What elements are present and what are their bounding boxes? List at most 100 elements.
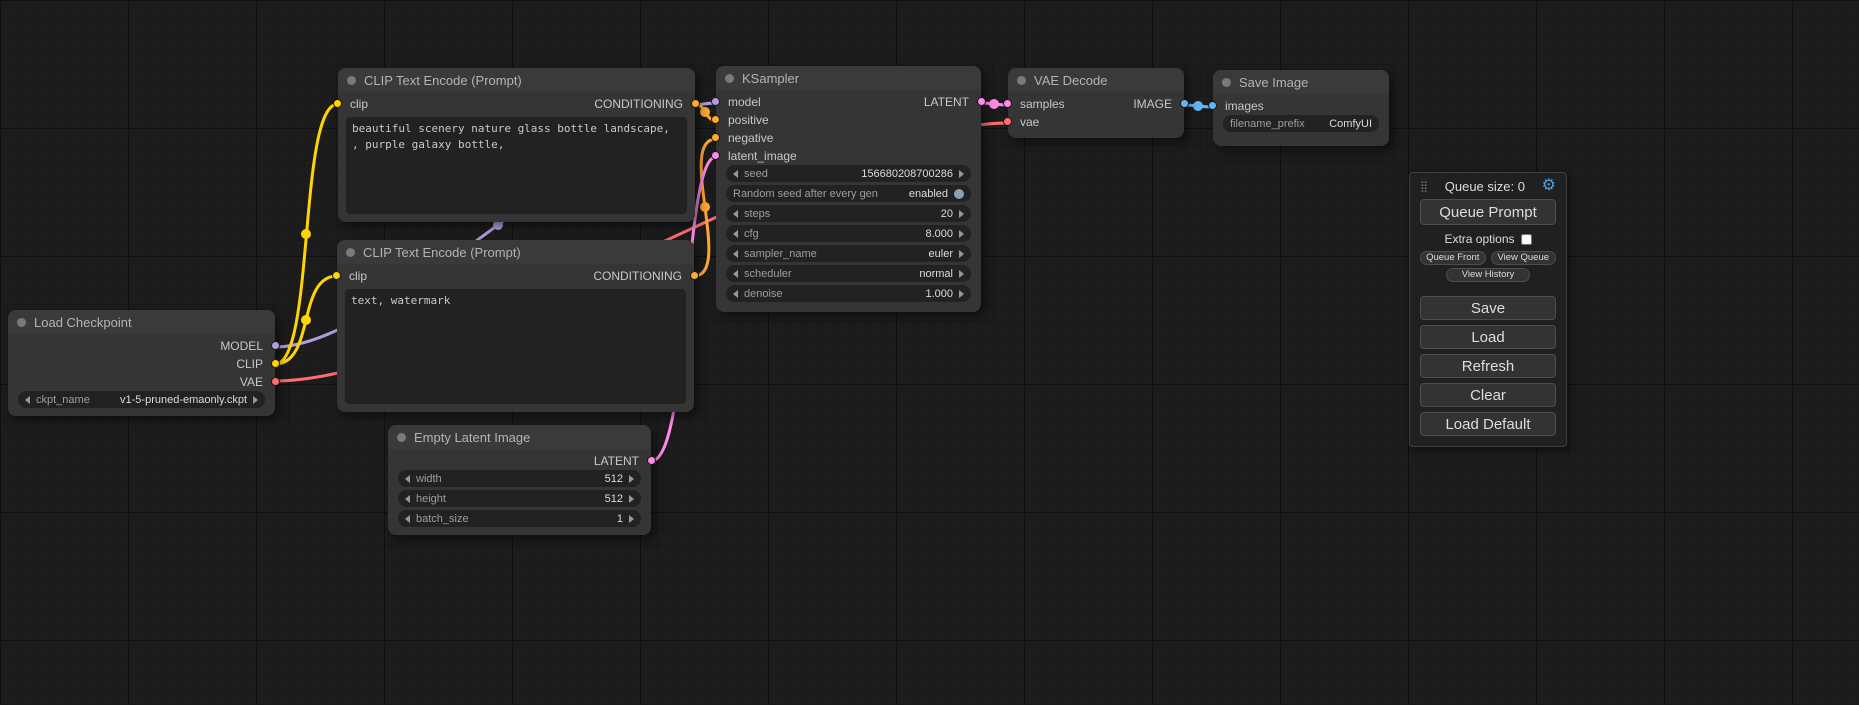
collapse-dot[interactable] xyxy=(397,433,406,442)
increment-arrow-icon[interactable] xyxy=(959,250,964,258)
output-slot-conditioning[interactable] xyxy=(690,271,699,280)
increment-arrow-icon[interactable] xyxy=(629,475,634,483)
input-slot-latent-image[interactable] xyxy=(711,151,720,160)
node-titlebar[interactable]: Load Checkpoint xyxy=(8,310,275,334)
node-save-image[interactable]: Save Image images filename_prefix ComfyU… xyxy=(1213,70,1389,146)
decrement-arrow-icon[interactable] xyxy=(733,170,738,178)
node-titlebar[interactable]: VAE Decode xyxy=(1008,68,1184,92)
decrement-arrow-icon[interactable] xyxy=(733,270,738,278)
increment-arrow-icon[interactable] xyxy=(959,270,964,278)
input-slot-label: clip xyxy=(349,269,367,283)
slot-row: samples IMAGE xyxy=(1008,95,1184,113)
node-titlebar[interactable]: Empty Latent Image xyxy=(388,425,651,449)
output-slot-label: CONDITIONING xyxy=(594,97,683,111)
load-button[interactable]: Load xyxy=(1420,325,1556,349)
queue-prompt-button[interactable]: Queue Prompt xyxy=(1420,199,1556,225)
node-empty-latent-image[interactable]: Empty Latent Image LATENT width 512 heig… xyxy=(388,425,651,535)
widget-height[interactable]: height 512 xyxy=(398,490,641,507)
refresh-button[interactable]: Refresh xyxy=(1420,354,1556,378)
increment-arrow-icon[interactable] xyxy=(959,230,964,238)
output-slot-label: LATENT xyxy=(594,454,639,468)
node-titlebar[interactable]: CLIP Text Encode (Prompt) xyxy=(338,68,695,92)
node-titlebar[interactable]: CLIP Text Encode (Prompt) xyxy=(337,240,694,264)
collapse-dot[interactable] xyxy=(17,318,26,327)
slot-row: positive xyxy=(716,111,981,129)
positive-prompt-textarea[interactable]: beautiful scenery nature glass bottle la… xyxy=(346,117,687,214)
settings-gear-icon[interactable]: ⚙ xyxy=(1542,178,1556,194)
widget-filename-prefix[interactable]: filename_prefix ComfyUI xyxy=(1223,115,1379,132)
widget-seed[interactable]: seed 156680208700286 xyxy=(726,165,971,182)
increment-arrow-icon[interactable] xyxy=(959,290,964,298)
slot-row: MODEL xyxy=(8,337,275,355)
decrement-arrow-icon[interactable] xyxy=(733,230,738,238)
input-slot-vae[interactable] xyxy=(1003,117,1012,126)
view-queue-button[interactable]: View Queue xyxy=(1491,251,1557,265)
node-ksampler[interactable]: KSampler model LATENT positive negative … xyxy=(716,66,981,312)
output-slot-conditioning[interactable] xyxy=(691,99,700,108)
increment-arrow-icon[interactable] xyxy=(629,495,634,503)
output-slot-latent[interactable] xyxy=(647,456,656,465)
node-load-checkpoint[interactable]: Load Checkpoint MODEL CLIP VAE ckpt_name… xyxy=(8,310,275,416)
widget-random-seed-toggle[interactable]: Random seed after every gen enabled xyxy=(726,185,971,202)
widget-ckpt-name[interactable]: ckpt_name v1-5-pruned-emaonly.ckpt xyxy=(18,391,265,408)
increment-arrow-icon[interactable] xyxy=(253,396,258,404)
increment-arrow-icon[interactable] xyxy=(629,515,634,523)
output-slot-clip[interactable] xyxy=(271,359,280,368)
node-titlebar[interactable]: Save Image xyxy=(1213,70,1389,94)
widget-value: ComfyUI xyxy=(1323,118,1372,130)
input-slot-samples[interactable] xyxy=(1003,99,1012,108)
output-slot-model[interactable] xyxy=(271,341,280,350)
output-slot-vae[interactable] xyxy=(271,377,280,386)
decrement-arrow-icon[interactable] xyxy=(733,210,738,218)
decrement-arrow-icon[interactable] xyxy=(405,495,410,503)
collapse-dot[interactable] xyxy=(725,74,734,83)
input-slot-negative[interactable] xyxy=(711,133,720,142)
link-center-dot xyxy=(301,229,311,239)
input-slot-positive[interactable] xyxy=(711,115,720,124)
output-slot-label: CONDITIONING xyxy=(593,269,682,283)
clear-button[interactable]: Clear xyxy=(1420,383,1556,407)
node-title: CLIP Text Encode (Prompt) xyxy=(364,73,522,88)
input-slot-model[interactable] xyxy=(711,97,720,106)
widget-cfg[interactable]: cfg 8.000 xyxy=(726,225,971,242)
collapse-dot[interactable] xyxy=(1222,78,1231,87)
widget-batch-size[interactable]: batch_size 1 xyxy=(398,510,641,527)
input-slot-clip[interactable] xyxy=(332,271,341,280)
view-history-button[interactable]: View History xyxy=(1446,268,1530,282)
collapse-dot[interactable] xyxy=(346,248,355,257)
drag-handle-icon[interactable]: ⣿ xyxy=(1420,180,1428,193)
extra-options-checkbox[interactable] xyxy=(1521,234,1532,245)
widget-steps[interactable]: steps 20 xyxy=(726,205,971,222)
input-slot-images[interactable] xyxy=(1208,101,1217,110)
slot-row: clip CONDITIONING xyxy=(337,267,694,285)
graph-canvas[interactable]: Load Checkpoint MODEL CLIP VAE ckpt_name… xyxy=(0,0,1859,705)
decrement-arrow-icon[interactable] xyxy=(405,475,410,483)
widget-width[interactable]: width 512 xyxy=(398,470,641,487)
load-default-button[interactable]: Load Default xyxy=(1420,412,1556,436)
negative-prompt-textarea[interactable]: text, watermark xyxy=(345,289,686,404)
widget-label: sampler_name xyxy=(744,248,817,260)
input-slot-clip[interactable] xyxy=(333,99,342,108)
output-slot-latent[interactable] xyxy=(977,97,986,106)
node-clip-text-encode-negative[interactable]: CLIP Text Encode (Prompt) clip CONDITION… xyxy=(337,240,694,412)
widget-scheduler[interactable]: scheduler normal xyxy=(726,265,971,282)
increment-arrow-icon[interactable] xyxy=(959,170,964,178)
collapse-dot[interactable] xyxy=(1017,76,1026,85)
node-clip-text-encode-positive[interactable]: CLIP Text Encode (Prompt) clip CONDITION… xyxy=(338,68,695,222)
widget-sampler-name[interactable]: sampler_name euler xyxy=(726,245,971,262)
decrement-arrow-icon[interactable] xyxy=(733,290,738,298)
decrement-arrow-icon[interactable] xyxy=(405,515,410,523)
toggle-dot-icon[interactable] xyxy=(954,189,964,199)
link-center-dot xyxy=(700,107,710,117)
node-titlebar[interactable]: KSampler xyxy=(716,66,981,90)
widget-denoise[interactable]: denoise 1.000 xyxy=(726,285,971,302)
queue-front-button[interactable]: Queue Front xyxy=(1420,251,1486,265)
increment-arrow-icon[interactable] xyxy=(959,210,964,218)
save-button[interactable]: Save xyxy=(1420,296,1556,320)
output-slot-image[interactable] xyxy=(1180,99,1189,108)
decrement-arrow-icon[interactable] xyxy=(733,250,738,258)
slot-row: CLIP xyxy=(8,355,275,373)
node-vae-decode[interactable]: VAE Decode samples IMAGE vae xyxy=(1008,68,1184,138)
decrement-arrow-icon[interactable] xyxy=(25,396,30,404)
collapse-dot[interactable] xyxy=(347,76,356,85)
